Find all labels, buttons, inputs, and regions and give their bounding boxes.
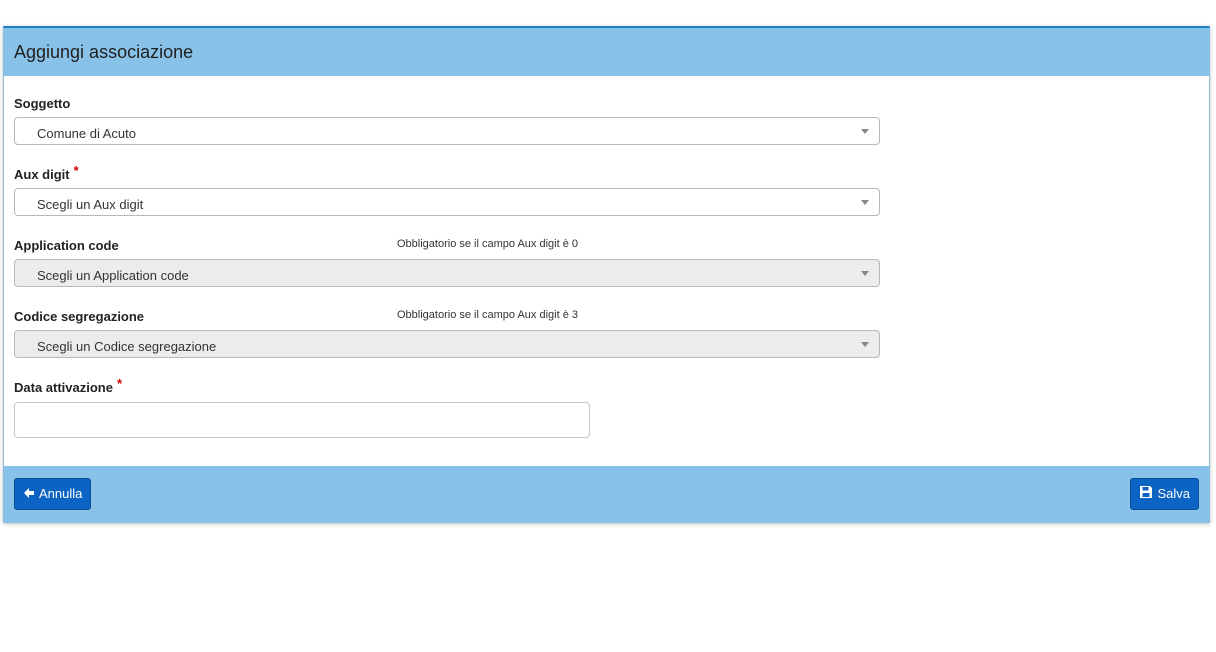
aux-digit-label-text: Aux digit	[14, 167, 70, 182]
codice-segregazione-value: Scegli un Codice segregazione	[37, 339, 217, 354]
data-attivazione-input[interactable]	[14, 402, 590, 438]
chevron-down-icon	[861, 200, 869, 205]
aux-digit-value: Scegli un Aux digit	[37, 197, 144, 212]
required-marker: *	[116, 376, 123, 391]
panel-title: Aggiungi associazione	[14, 42, 194, 62]
arrow-left-icon	[23, 480, 35, 510]
chevron-down-icon	[861, 342, 869, 347]
application-code-label: Application code	[14, 238, 119, 253]
panel-footer: Annulla Salva	[4, 466, 1209, 523]
application-code-select[interactable]: Scegli un Application code	[14, 259, 880, 287]
save-icon	[1139, 480, 1153, 510]
cancel-button-label: Annulla	[39, 486, 83, 501]
soggetto-value: Comune di Acuto	[37, 126, 137, 141]
chevron-down-icon	[861, 271, 869, 276]
panel-header: Aggiungi associazione	[4, 28, 1209, 76]
soggetto-label: Soggetto	[14, 96, 70, 111]
chevron-down-icon	[861, 129, 869, 134]
required-marker: *	[73, 163, 79, 178]
codice-segregazione-select[interactable]: Scegli un Codice segregazione	[14, 330, 880, 358]
data-attivazione-label-text: Data attivazione	[14, 380, 113, 395]
soggetto-label-text: Soggetto	[14, 96, 71, 111]
save-button-label: Salva	[1157, 486, 1190, 501]
application-code-hint: Obbligatorio se il campo Aux digit è 0	[397, 238, 578, 250]
data-attivazione-label: Data attivazione *	[14, 376, 122, 395]
save-button[interactable]: Salva	[1130, 478, 1199, 510]
aux-digit-select[interactable]: Scegli un Aux digit	[14, 188, 880, 216]
add-association-panel: Aggiungi associazione Soggetto Comune di…	[3, 26, 1210, 523]
soggetto-select[interactable]: Comune di Acuto	[14, 117, 880, 145]
codice-segregazione-hint: Obbligatorio se il campo Aux digit è 3	[397, 309, 578, 321]
application-code-value: Scegli un Application code	[37, 268, 189, 283]
codice-segregazione-label: Codice segregazione	[14, 309, 145, 324]
aux-digit-label: Aux digit *	[14, 163, 79, 182]
cancel-button[interactable]: Annulla	[14, 478, 92, 510]
